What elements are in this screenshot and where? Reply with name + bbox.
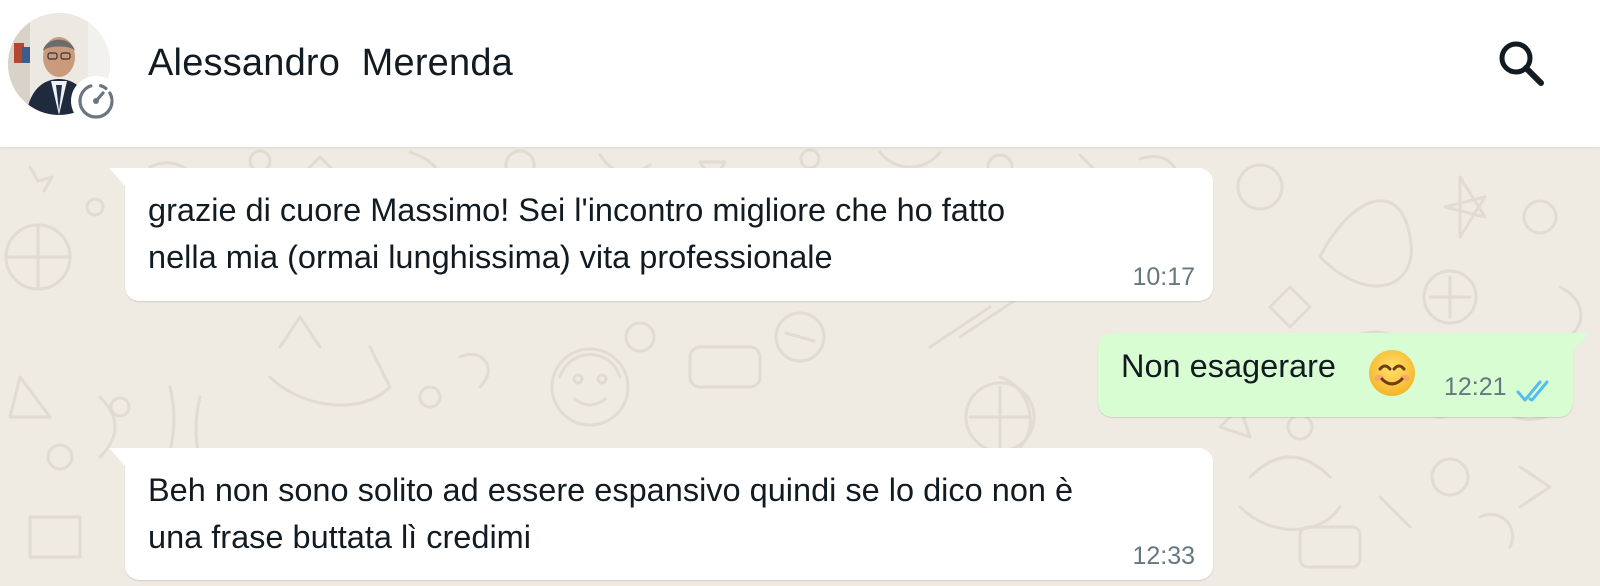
bubble-tail: [1571, 333, 1589, 353]
search-icon: [1499, 41, 1544, 86]
message-text: grazie di cuore Massimo! Sei l'incontro …: [148, 192, 1006, 275]
search-button[interactable]: [1494, 36, 1554, 96]
message-time: 12:21: [1444, 373, 1507, 401]
contact-avatar-area[interactable]: [8, 13, 121, 126]
bubble-tail: [109, 168, 127, 188]
status-ring-icon[interactable]: [71, 76, 121, 126]
chat-header: Alessandro Merenda: [0, 0, 1600, 147]
chat-window: Alessandro Merenda grazie di cuore Massi…: [0, 0, 1600, 586]
message-bubble-outgoing[interactable]: Non esagerare 12:21: [1098, 333, 1589, 417]
message-bubble-incoming[interactable]: Beh non sono solito ad essere espansivo …: [109, 448, 1213, 580]
message-time: 12:33: [1132, 542, 1195, 570]
bubble-tail: [109, 448, 127, 468]
message-time: 10:17: [1132, 263, 1195, 291]
message-text: Beh non sono solito ad essere espansivo …: [148, 472, 1074, 555]
smiling-face-icon: [1369, 350, 1415, 396]
message-text: Non esagerare: [1121, 348, 1336, 384]
double-check-icon: [1516, 380, 1549, 402]
message-bubble-incoming[interactable]: grazie di cuore Massimo! Sei l'incontro …: [109, 168, 1213, 301]
contact-name[interactable]: Alessandro Merenda: [148, 42, 513, 85]
